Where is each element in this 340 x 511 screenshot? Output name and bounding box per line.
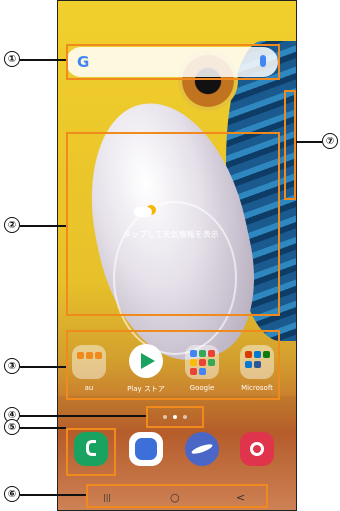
highlight-pager <box>146 406 204 428</box>
callout-2: ② <box>4 217 20 233</box>
highlight-nav <box>86 484 268 508</box>
callout-3: ③ <box>4 358 20 374</box>
callout-1: ① <box>4 51 20 67</box>
internet-icon[interactable] <box>185 432 219 466</box>
callout-5: ⑤ <box>4 419 20 435</box>
highlight-search <box>66 44 280 80</box>
camera-icon[interactable] <box>240 432 274 466</box>
callout-6: ⑥ <box>4 486 20 502</box>
highlight-widget <box>66 132 280 316</box>
highlight-edge <box>284 90 296 200</box>
messages-icon[interactable] <box>129 432 163 466</box>
highlight-phone <box>66 428 116 476</box>
callout-7: ⑦ <box>322 133 338 149</box>
highlight-apps <box>66 330 280 400</box>
